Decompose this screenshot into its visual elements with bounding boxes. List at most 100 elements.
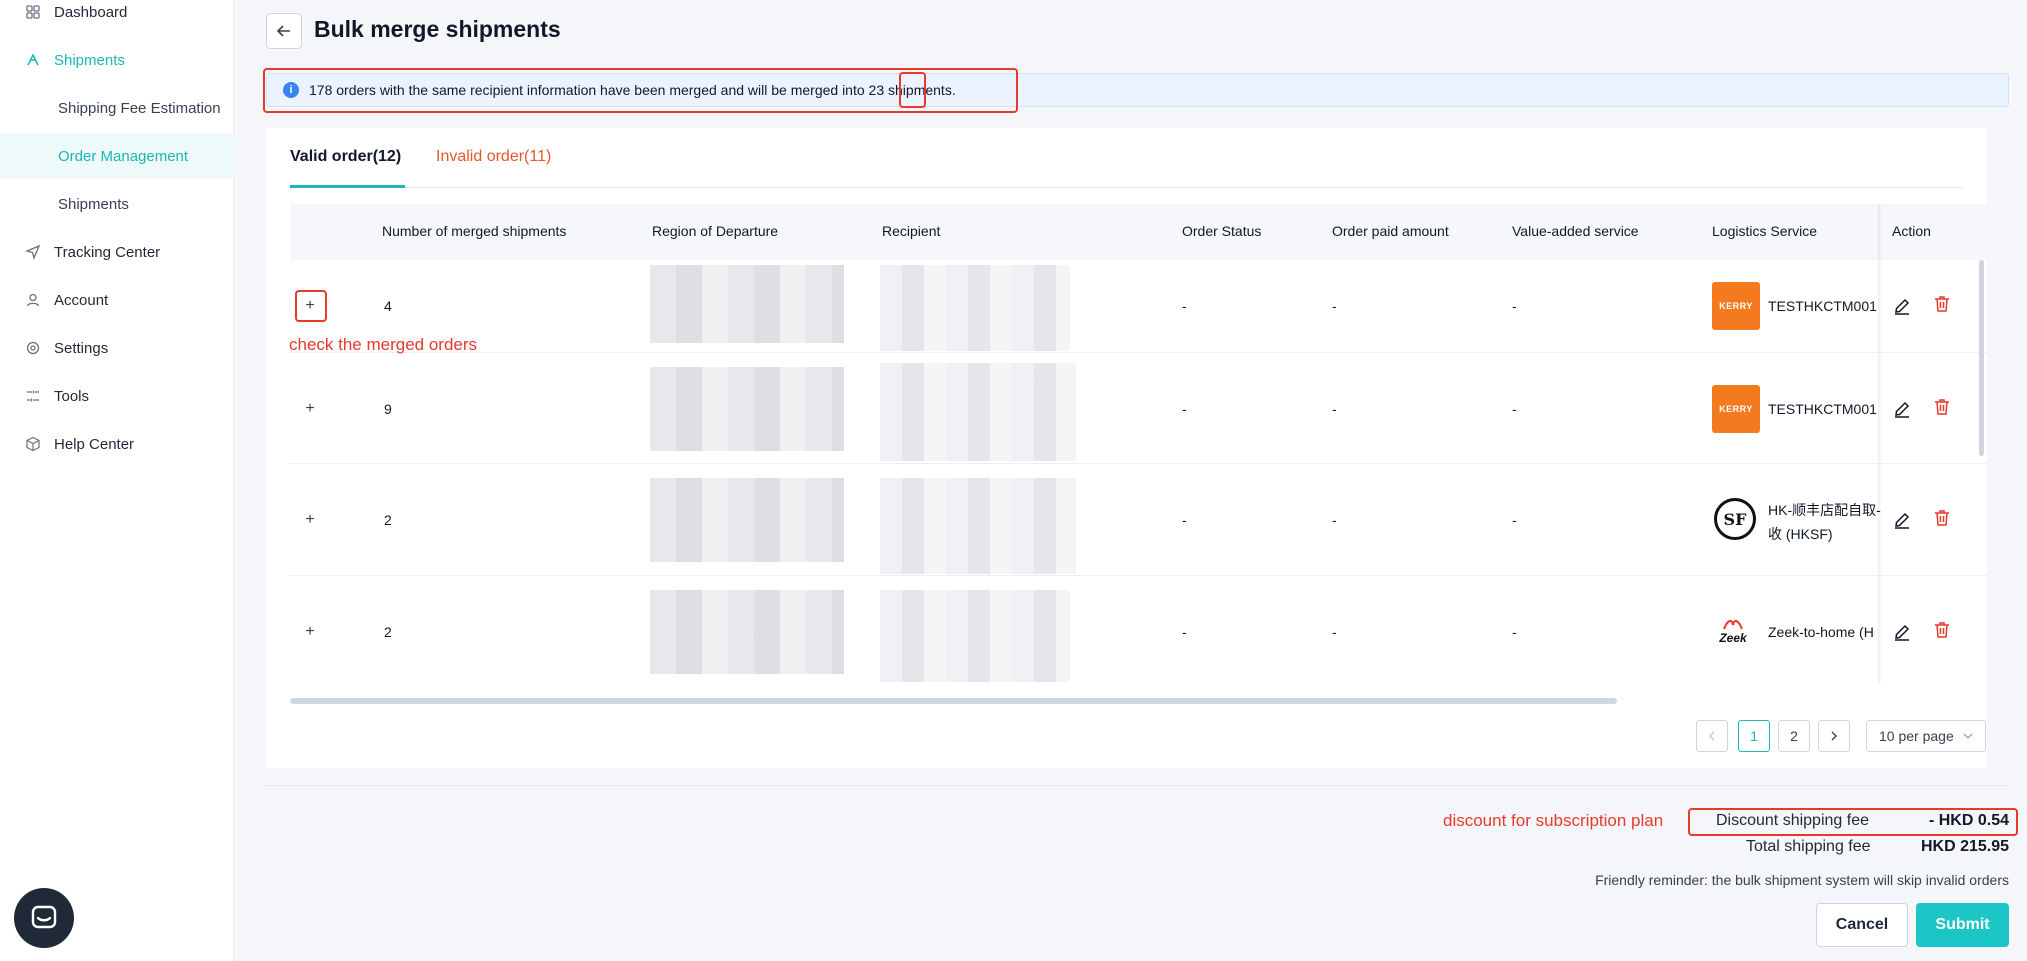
column-header: Action bbox=[1892, 223, 1931, 239]
chat-icon bbox=[31, 905, 57, 929]
tab-invalid-orders[interactable]: Invalid order(11) bbox=[436, 148, 551, 166]
prev-page-button[interactable] bbox=[1696, 720, 1728, 752]
help-box-icon bbox=[24, 435, 42, 453]
tools-icon bbox=[24, 387, 42, 405]
trash-icon bbox=[1935, 622, 1949, 638]
total-fee-value: HKD 215.95 bbox=[1920, 838, 2009, 855]
value-added-service: - bbox=[1512, 512, 1517, 528]
logistics-service-line: HK-顺丰店配自取- bbox=[1768, 502, 1881, 518]
sidebar-item-account[interactable]: Account bbox=[0, 280, 234, 320]
chat-launcher-button[interactable] bbox=[14, 888, 74, 948]
shipments-icon bbox=[24, 51, 42, 69]
edit-icon bbox=[1895, 401, 1910, 418]
value-added-service: - bbox=[1512, 624, 1517, 640]
sidebar-item-label: Settings bbox=[54, 339, 109, 357]
column-header: Region of Departure bbox=[652, 223, 779, 239]
orders-card: Valid order(12) Invalid order(11) Number… bbox=[266, 128, 1987, 768]
redacted-departure bbox=[650, 265, 844, 343]
expand-merged-orders-button[interactable]: + bbox=[298, 508, 322, 532]
sidebar-item-label: Shipments bbox=[54, 51, 125, 69]
column-header: Number of merged shipments bbox=[382, 223, 567, 239]
table-row: + 2 - - - Zeek Zeek-to-home (H bbox=[290, 576, 1987, 684]
page-title: Bulk merge shipments bbox=[314, 16, 561, 42]
cancel-button[interactable]: Cancel bbox=[1816, 903, 1908, 947]
order-tabs: Valid order(12) Invalid order(11) bbox=[290, 128, 1963, 188]
edit-button[interactable] bbox=[1892, 399, 1912, 419]
table-row: + 9 - - - KERRY TESTHKCTM001 bbox=[290, 353, 1987, 464]
delete-button[interactable] bbox=[1932, 294, 1952, 314]
discount-fee-label: Discount shipping fee bbox=[1716, 812, 1869, 829]
sidebar-item-help-center[interactable]: Help Center bbox=[0, 424, 234, 464]
chevron-right-icon bbox=[1831, 731, 1837, 741]
annotation-box-expand bbox=[295, 290, 327, 322]
edit-button[interactable] bbox=[1892, 510, 1912, 530]
zeek-logo: Zeek bbox=[1710, 608, 1756, 654]
order-status: - bbox=[1182, 624, 1187, 640]
merged-count: 2 bbox=[384, 512, 392, 528]
column-header: Recipient bbox=[882, 223, 941, 239]
edit-button[interactable] bbox=[1892, 296, 1912, 316]
kerry-logistics-logo: KERRY bbox=[1712, 282, 1760, 330]
redacted-recipient bbox=[880, 265, 1070, 351]
edit-button[interactable] bbox=[1892, 622, 1912, 642]
per-page-select[interactable]: 10 per page bbox=[1866, 720, 1986, 752]
column-header: Order Status bbox=[1182, 223, 1262, 239]
submit-button[interactable]: Submit bbox=[1916, 903, 2009, 947]
sidebar: Dashboard Shipments Shipping Fee Estimat… bbox=[0, 0, 234, 961]
merged-count: 2 bbox=[384, 624, 392, 640]
merged-shipments-table: Number of merged shipments Region of Dep… bbox=[290, 204, 1987, 684]
trash-icon bbox=[1935, 296, 1949, 312]
sidebar-item-order-management[interactable]: Order Management bbox=[0, 134, 234, 178]
sidebar-item-label: Shipments bbox=[58, 195, 129, 213]
sidebar-item-shipments[interactable]: Shipments bbox=[0, 40, 234, 80]
merged-count: 4 bbox=[384, 298, 392, 314]
sidebar-item-settings[interactable]: Settings bbox=[0, 328, 234, 368]
trash-icon bbox=[1935, 510, 1949, 526]
table-horizontal-scrollbar[interactable] bbox=[290, 698, 1617, 704]
page-button[interactable]: 2 bbox=[1778, 720, 1810, 752]
order-paid-amount: - bbox=[1332, 401, 1337, 417]
back-button[interactable] bbox=[266, 13, 302, 49]
settings-icon bbox=[24, 339, 42, 357]
annotation-expand-hint: check the merged orders bbox=[289, 335, 478, 354]
expand-merged-orders-button[interactable]: + bbox=[298, 397, 322, 421]
redacted-recipient bbox=[880, 363, 1076, 461]
sidebar-item-label: Order Management bbox=[58, 147, 189, 165]
trash-icon bbox=[1935, 399, 1949, 415]
sidebar-item-label: Help Center bbox=[54, 435, 135, 453]
total-fee-label: Total shipping fee bbox=[1746, 838, 1871, 855]
table-header: Number of merged shipments Region of Dep… bbox=[290, 204, 1987, 260]
chevron-down-icon bbox=[1963, 733, 1973, 739]
page-button[interactable]: 1 bbox=[1738, 720, 1770, 752]
table-vertical-scrollbar[interactable] bbox=[1979, 260, 1984, 456]
edit-icon bbox=[1895, 298, 1910, 315]
sidebar-item-shipping-fee-estimation[interactable]: Shipping Fee Estimation bbox=[0, 86, 234, 130]
footer-divider bbox=[266, 785, 2009, 786]
sidebar-item-label: Tools bbox=[54, 387, 90, 405]
delete-button[interactable] bbox=[1932, 508, 1952, 528]
edit-icon bbox=[1895, 624, 1910, 641]
logistics-service: HK-顺丰店配自取- 收 (HKSF) bbox=[1768, 500, 1881, 544]
expand-merged-orders-button[interactable]: + bbox=[298, 620, 322, 644]
delete-button[interactable] bbox=[1932, 620, 1952, 640]
discount-fee-value: - HKD 0.54 bbox=[1928, 812, 2009, 829]
annotation-discount-hint: discount for subscription plan bbox=[1443, 811, 1664, 830]
sidebar-item-tracking-center[interactable]: Tracking Center bbox=[0, 232, 234, 272]
order-status: - bbox=[1182, 298, 1187, 314]
sidebar-item-tools[interactable]: Tools bbox=[0, 376, 234, 416]
next-page-button[interactable] bbox=[1818, 720, 1850, 752]
column-header: Order paid amount bbox=[1332, 223, 1449, 239]
value-added-service: - bbox=[1512, 298, 1517, 314]
kerry-logistics-logo: KERRY bbox=[1712, 385, 1760, 433]
sidebar-item-dashboard[interactable]: Dashboard bbox=[0, 0, 234, 32]
sidebar-item-shipments-sub[interactable]: Shipments bbox=[0, 182, 234, 226]
sidebar-item-label: Account bbox=[54, 291, 109, 309]
sidebar-item-label: Dashboard bbox=[54, 3, 128, 21]
sf-express-logo: SF bbox=[1714, 498, 1756, 540]
tab-valid-orders[interactable]: Valid order(12) bbox=[290, 148, 401, 166]
delete-button[interactable] bbox=[1932, 397, 1952, 417]
chevron-left-icon bbox=[1709, 731, 1715, 741]
column-header: Value-added service bbox=[1512, 223, 1639, 239]
active-tab-indicator bbox=[290, 185, 405, 188]
logistics-service: TESTHKCTM001 bbox=[1768, 401, 1877, 417]
